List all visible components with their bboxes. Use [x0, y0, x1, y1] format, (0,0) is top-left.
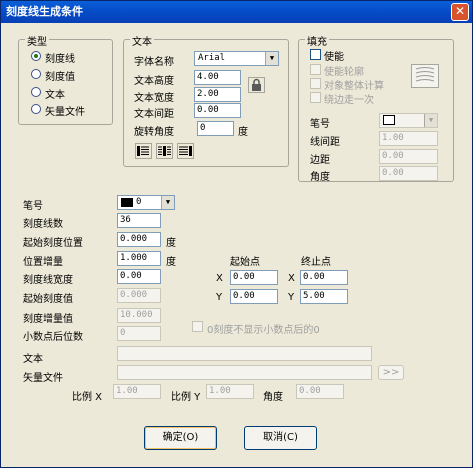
text-height-label: 文本高度 — [134, 76, 174, 87]
radio-vector-file-label[interactable]: 矢量文件 — [45, 103, 85, 118]
fill-pen-swatch — [383, 115, 395, 125]
vector-angle-label: 角度 — [263, 392, 283, 403]
increment-label: 位置增量 — [23, 257, 63, 268]
pen-select[interactable]: 0 ▼ — [117, 195, 175, 210]
vector-angle-input[interactable]: 0.00 — [296, 384, 344, 399]
rotation-unit: 度 — [238, 127, 248, 138]
hide-zero-label[interactable]: 0刻度不显示小数点后的0 — [207, 321, 320, 336]
scale-x-label: 比例 X — [72, 392, 103, 403]
fill-pen-select[interactable]: ▼ — [379, 113, 438, 128]
fill-enable-checkbox[interactable] — [310, 49, 321, 60]
fill-outline-checkbox[interactable] — [310, 64, 321, 75]
type-group-legend: 类型 — [25, 33, 49, 48]
start-value-input[interactable]: 0.000 — [117, 288, 161, 303]
rotation-label: 旋转角度 — [134, 127, 174, 138]
rotation-input[interactable]: 0 — [197, 121, 234, 136]
text-label: 文本 — [23, 354, 43, 365]
radio-scale-value-label[interactable]: 刻度值 — [45, 68, 75, 83]
value-increment-label: 刻度增量值 — [23, 314, 73, 325]
chevron-down-icon[interactable]: ▼ — [161, 196, 174, 209]
scale-x-input[interactable]: 1.00 — [113, 384, 161, 399]
decimals-label: 小数点后位数 — [23, 332, 83, 343]
fill-whole-label[interactable]: 对象整体计算 — [324, 77, 384, 92]
dialog-window: 刻度线生成条件 ✕ 类型 刻度线 刻度值 文本 矢量文件 文本 字体名称 Ari… — [0, 0, 473, 468]
font-name-select[interactable]: Arial ▼ — [194, 51, 279, 66]
close-button[interactable]: ✕ — [451, 3, 469, 21]
hide-zero-checkbox[interactable] — [192, 321, 203, 332]
radio-scale-line[interactable] — [31, 51, 41, 61]
chevron-down-icon[interactable]: ▼ — [424, 114, 437, 127]
text-width-label: 文本宽度 — [134, 93, 174, 104]
text-spacing-input[interactable]: 0.00 — [194, 103, 241, 118]
text-input[interactable] — [117, 346, 372, 361]
fill-whole-checkbox[interactable] — [310, 78, 321, 89]
fill-group-legend: 填充 — [305, 33, 329, 48]
title-bar[interactable]: 刻度线生成条件 ✕ — [1, 1, 472, 23]
end-point-label: 终止点 — [301, 257, 331, 268]
pen-value: 0 — [136, 197, 142, 207]
start-pos-input[interactable]: 0.000 — [117, 232, 161, 247]
start-x-input[interactable]: 0.00 — [230, 270, 278, 285]
text-group-legend: 文本 — [130, 33, 154, 48]
ok-button[interactable]: 确定(O) — [144, 426, 217, 450]
start-value-label: 起始刻度值 — [23, 294, 73, 305]
start-point-label: 起始点 — [230, 257, 260, 268]
fill-line-spacing-input[interactable]: 1.00 — [379, 131, 438, 146]
fill-pen-label: 笔号 — [310, 119, 330, 130]
vector-file-input[interactable] — [117, 365, 372, 380]
radio-text[interactable] — [31, 87, 41, 97]
text-height-input[interactable]: 4.00 — [194, 70, 241, 85]
window-title: 刻度线生成条件 — [6, 5, 83, 18]
line-width-label: 刻度线宽度 — [23, 275, 73, 286]
line-width-input[interactable]: 0.00 — [117, 269, 161, 284]
cancel-button[interactable]: 取消(C) — [244, 426, 317, 450]
radio-scale-value[interactable] — [31, 69, 41, 79]
chevron-down-icon[interactable]: ▼ — [265, 52, 278, 65]
value-increment-input[interactable]: 10.000 — [117, 308, 161, 323]
fill-margin-label: 边距 — [310, 155, 330, 166]
align-left-icon[interactable] — [135, 143, 152, 159]
start-y-input[interactable]: 0.00 — [230, 289, 278, 304]
fill-angle-label: 角度 — [310, 172, 330, 183]
fill-margin-input[interactable]: 0.00 — [379, 149, 438, 164]
font-name-label: 字体名称 — [134, 57, 174, 68]
end-y-input[interactable]: 5.00 — [300, 289, 348, 304]
decimals-input[interactable]: 0 — [117, 326, 161, 341]
scale-y-input[interactable]: 1.00 — [206, 384, 254, 399]
increment-input[interactable]: 1.000 — [117, 251, 161, 266]
pen-color-swatch — [121, 198, 133, 207]
fill-angle-input[interactable]: 0.00 — [379, 166, 438, 181]
align-right-icon[interactable] — [177, 143, 194, 159]
increment-unit: 度 — [166, 257, 176, 268]
fill-enable-label[interactable]: 使能 — [324, 48, 344, 63]
pen-label: 笔号 — [23, 201, 43, 212]
scale-y-label: 比例 Y — [171, 392, 201, 403]
fill-outline-label[interactable]: 使能轮廓 — [324, 63, 364, 78]
fill-once-checkbox[interactable] — [310, 92, 321, 103]
start-pos-unit: 度 — [166, 238, 176, 249]
font-name-value: Arial — [198, 53, 226, 63]
end-y-label: Y — [288, 292, 295, 303]
count-input[interactable]: 36 — [117, 213, 161, 228]
align-center-icon[interactable] — [156, 143, 173, 159]
radio-text-label[interactable]: 文本 — [45, 86, 65, 101]
end-x-label: X — [288, 273, 295, 284]
radio-scale-line-label[interactable]: 刻度线 — [45, 50, 75, 65]
start-x-label: X — [216, 273, 223, 284]
count-label: 刻度线数 — [23, 219, 63, 230]
end-x-input[interactable]: 0.00 — [300, 270, 348, 285]
text-spacing-label: 文本间距 — [134, 109, 174, 120]
start-pos-label: 起始刻度位置 — [23, 238, 83, 249]
start-y-label: Y — [216, 292, 223, 303]
fill-pattern-icon[interactable] — [411, 64, 439, 88]
lock-icon[interactable] — [248, 77, 265, 93]
text-width-input[interactable]: 2.00 — [194, 87, 241, 102]
fill-once-label[interactable]: 绕边走一次 — [324, 91, 374, 106]
fill-line-spacing-label: 线间距 — [310, 137, 340, 148]
vector-file-label: 矢量文件 — [23, 373, 63, 384]
radio-vector-file[interactable] — [31, 104, 41, 114]
browse-button[interactable]: >> — [378, 365, 404, 380]
